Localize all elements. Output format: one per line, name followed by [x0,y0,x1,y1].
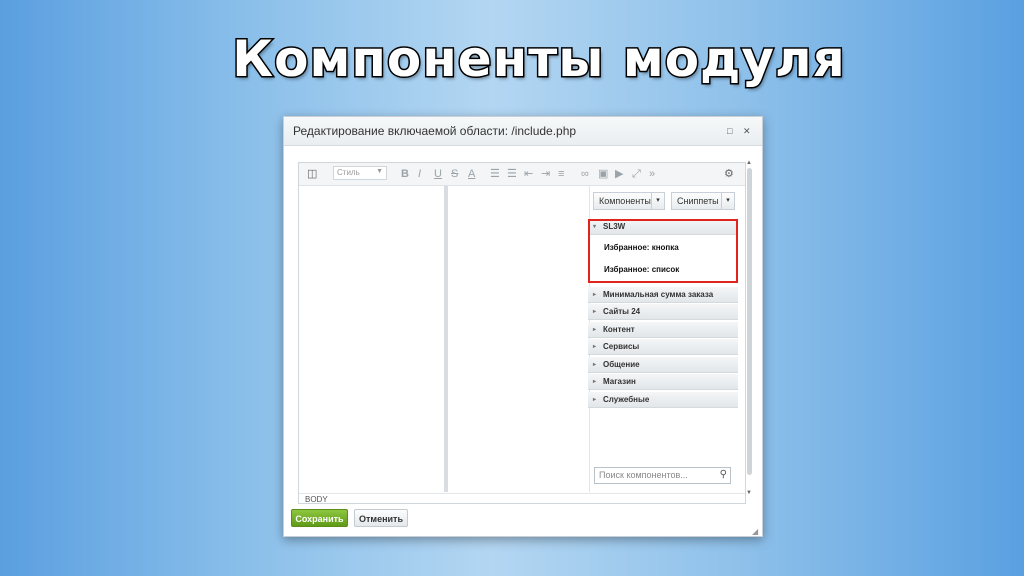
close-icon[interactable]: ✕ [743,126,751,137]
chevron-down-icon[interactable]: ▾ [651,193,664,209]
collapsed-triangle-icon: ▸ [593,379,597,385]
collapsed-triangle-icon: ▸ [593,362,597,368]
group-communication[interactable]: ▸ Общение [588,357,738,373]
align-icon[interactable]: ≡ [558,167,564,181]
group-label: Минимальная сумма заказа [603,290,714,299]
slide-title: Компоненты модуля [231,29,847,90]
snippets-button-label: Сниппеты [677,196,719,206]
fullscreen-icon[interactable]: ⤢ [632,167,641,181]
group-content[interactable]: ▸ Контент [588,322,738,338]
text-color-icon[interactable]: A [468,167,475,181]
component-search-input[interactable]: Поиск компонентов... ⚲ [594,467,731,484]
search-placeholder: Поиск компонентов... [599,470,688,480]
group-min-order[interactable]: ▸ Минимальная сумма заказа [588,287,738,303]
editor-toolbar: ◫ Стиль ▼ B I U S A ☰ ☰ ⇤ ⇥ ≡ ∞ ▣ ▶ ⤢ » … [299,163,745,186]
strikethrough-icon[interactable]: S [451,167,458,181]
editor-scrollbar[interactable]: ▲ ▼ [746,160,754,500]
more-icon[interactable]: » [649,167,655,181]
view-mode-icon[interactable]: ◫ [307,167,317,181]
indent-icon[interactable]: ⇥ [541,167,550,181]
outdent-icon[interactable]: ⇤ [524,167,533,181]
collapsed-triangle-icon: ▸ [593,327,597,333]
collapsed-triangle-icon: ▸ [593,397,597,403]
group-sites24[interactable]: ▸ Сайты 24 [588,304,738,320]
highlight-frame [588,219,738,283]
group-label: Общение [603,360,640,369]
group-services[interactable]: ▸ Сервисы [588,339,738,355]
dialog-title: Редактирование включаемой области: /incl… [293,124,577,138]
ordered-list-icon[interactable]: ☰ [490,167,500,181]
pane-splitter[interactable] [444,186,448,492]
maximize-icon[interactable]: □ [727,126,732,136]
collapsed-triangle-icon: ▸ [593,344,597,350]
image-icon[interactable]: ▣ [598,167,608,181]
collapsed-triangle-icon: ▸ [593,309,597,315]
search-icon[interactable]: ⚲ [720,469,727,480]
chevron-down-icon: ▼ [376,168,383,175]
group-label: Магазин [603,377,636,386]
cancel-button[interactable]: Отменить [354,509,408,527]
snippets-button[interactable]: Сниппеты ▾ [671,192,735,210]
group-label: Контент [603,325,635,334]
group-service[interactable]: ▸ Служебные [588,392,738,408]
bullet-list-icon[interactable]: ☰ [507,167,517,181]
scroll-down-icon[interactable]: ▼ [746,490,752,496]
collapsed-triangle-icon: ▸ [593,292,597,298]
editor-visual-pane[interactable] [299,186,444,492]
style-select[interactable]: Стиль ▼ [333,166,387,180]
group-label: Сервисы [603,342,640,351]
dialog-header: Редактирование включаемой области: /incl… [284,117,762,146]
scrollbar-thumb[interactable] [747,168,752,475]
components-button[interactable]: Компоненты ▾ [593,192,665,210]
style-select-label: Стиль [337,168,360,177]
save-button[interactable]: Сохранить [291,509,348,527]
group-store[interactable]: ▸ Магазин [588,374,738,390]
chevron-down-icon[interactable]: ▾ [721,193,734,209]
link-icon[interactable]: ∞ [581,167,589,181]
components-button-label: Компоненты [599,196,651,206]
underline-icon[interactable]: U [434,167,442,181]
scroll-up-icon[interactable]: ▲ [746,160,752,166]
editor-status-bar: BODY [299,493,745,504]
video-icon[interactable]: ▶ [615,167,623,181]
gear-icon[interactable]: ⚙ [724,167,734,181]
bold-icon[interactable]: B [401,167,409,181]
resize-handle-icon[interactable]: ◢ [752,527,758,536]
group-label: Сайты 24 [603,307,641,316]
group-label: Служебные [603,395,650,404]
italic-icon[interactable]: I [418,167,421,181]
editor-code-pane[interactable] [449,186,590,492]
